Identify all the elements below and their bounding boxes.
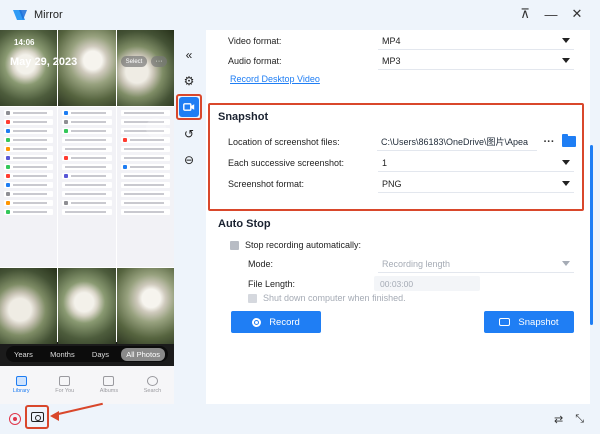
segment-all-photos[interactable]: All Photos [121, 347, 165, 361]
minimize-icon[interactable]: — [544, 7, 558, 22]
app-title: Mirror [34, 9, 63, 21]
photo-thumbnail[interactable] [116, 268, 174, 344]
camera-icon [499, 318, 511, 326]
photo-thumbnail[interactable] [116, 30, 174, 106]
tab-library[interactable]: Library [13, 376, 30, 394]
screenshot-thumbnail[interactable] [58, 107, 116, 267]
audio-format-select[interactable]: MP3 [378, 52, 574, 70]
shutdown-checkbox[interactable] [248, 293, 257, 303]
mode-select[interactable]: Recording length [378, 255, 574, 273]
scale-icon[interactable]: ⤡ [575, 413, 584, 426]
hide-icon[interactable]: ⇄ [554, 413, 563, 426]
snapshot-camera-button[interactable] [25, 405, 49, 429]
stop-recording-checkbox[interactable] [230, 240, 239, 250]
shutdown-row[interactable]: Shut down computer when finished. [248, 289, 406, 307]
collapse-icon[interactable]: « [179, 45, 199, 65]
bottom-right-icons: ⇄ ⤡ [554, 413, 584, 426]
video-format-value: MP4 [382, 35, 401, 46]
photo-thumbnail[interactable] [58, 268, 116, 344]
record-desktop-video-link[interactable]: Record Desktop Video [230, 74, 320, 84]
shutdown-label: Shut down computer when finished. [263, 293, 406, 303]
tab-for-you[interactable]: For You [55, 376, 74, 394]
annotation-arrow-head [50, 411, 59, 421]
app-logo-icon [13, 10, 27, 20]
window-controls: ⊼ — ✕ [518, 6, 584, 22]
tab-search[interactable]: Search [144, 376, 161, 394]
more-options-button[interactable]: ··· [151, 56, 167, 67]
tab-label: Albums [99, 388, 119, 394]
snapshot-button[interactable]: Snapshot [484, 311, 574, 333]
photo-thumbnail[interactable] [0, 268, 58, 344]
chevron-down-icon [562, 261, 570, 266]
tab-label: Search [143, 388, 162, 394]
pin-icon[interactable]: ⊼ [518, 6, 532, 21]
mode-value: Recording length [382, 258, 451, 269]
video-format-select[interactable]: MP4 [378, 32, 574, 50]
snapshot-annotation-box [208, 103, 584, 211]
video-format-label: Video format: [228, 36, 282, 46]
phone-time: 14:06 [14, 38, 35, 47]
history-icon[interactable]: ↺ [179, 124, 199, 144]
snapshot-button-label: Snapshot [518, 316, 559, 328]
audio-format-value: MP3 [382, 55, 401, 66]
record-button-label: Record [269, 316, 300, 328]
settings-icon[interactable]: ⚙ [179, 71, 199, 91]
close-icon[interactable]: ✕ [570, 6, 584, 21]
select-button[interactable]: Select [121, 56, 147, 67]
segment-days[interactable]: Days [87, 348, 114, 361]
phone-tab-bar: Library For You Albums Search [0, 366, 174, 404]
settings-panel: Video format: MP4 Audio format: MP3 Reco… [206, 30, 590, 404]
tab-albums[interactable]: Albums [100, 376, 118, 394]
record-button[interactable]: Record [231, 311, 321, 333]
search-icon [146, 376, 158, 386]
tab-label: Library [12, 388, 30, 394]
settings-scrollbar[interactable] [590, 145, 593, 325]
camera-icon [30, 412, 44, 422]
segment-months[interactable]: Months [45, 348, 80, 361]
screenshot-thumbnail[interactable] [0, 107, 58, 267]
more-icon[interactable]: ⊖ [179, 150, 199, 170]
segment-years[interactable]: Years [9, 348, 38, 361]
chevron-down-icon [562, 58, 570, 63]
photo-thumbnail[interactable] [58, 30, 116, 106]
audio-format-label: Audio format: [228, 56, 282, 66]
settings-sidebar: « ⚙ ↺ ⊖ [174, 30, 204, 404]
record-icon [252, 317, 262, 327]
photos-segmented-control: Years Months Days All Photos [6, 346, 168, 362]
phone-mirror-screen[interactable]: 14:06 May 29, 2023 Select ··· Years Mont… [0, 30, 174, 404]
chevron-down-icon [562, 38, 570, 43]
bottom-toolbar: ⇄ ⤡ [0, 404, 600, 434]
photo-grid [0, 30, 174, 344]
record-icon[interactable] [9, 413, 21, 425]
albums-icon [103, 376, 115, 386]
photos-date: May 29, 2023 [10, 56, 78, 68]
tab-label: For You [55, 388, 75, 394]
for-you-icon [59, 376, 71, 386]
auto-stop-section-title: Auto Stop [218, 218, 271, 230]
mode-label: Mode: [248, 259, 274, 269]
stop-recording-label: Stop recording automatically: [245, 240, 362, 250]
video-camera-icon [183, 103, 195, 111]
phone-floating-button[interactable] [146, 118, 166, 138]
video-icon[interactable] [179, 97, 199, 117]
title-bar: Mirror ⊼ — ✕ [0, 0, 600, 30]
stop-recording-row[interactable]: Stop recording automatically: [230, 236, 361, 254]
library-icon [15, 376, 27, 386]
